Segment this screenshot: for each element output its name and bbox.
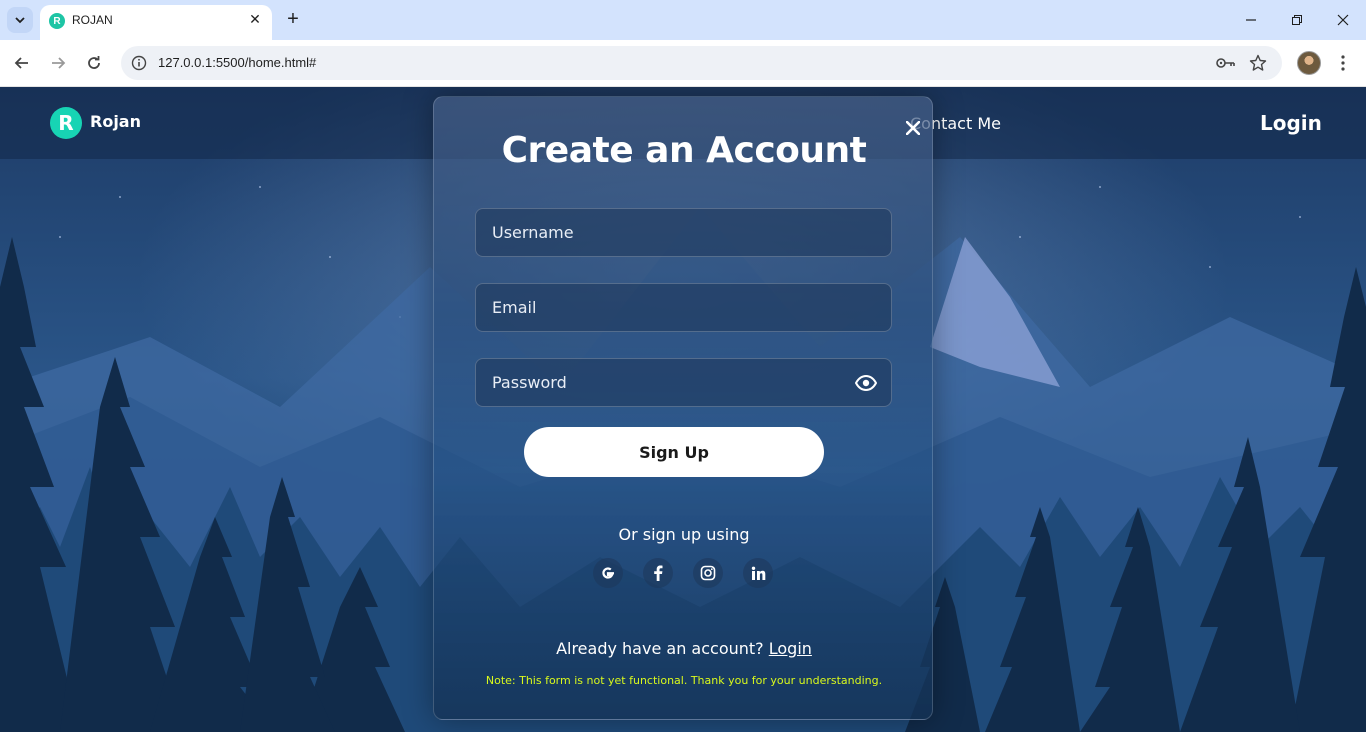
minimize-button[interactable] [1239, 8, 1263, 32]
sign-up-button[interactable]: Sign Up [524, 427, 824, 477]
more-vert-icon [1341, 55, 1345, 71]
tab-close-button[interactable]: ✕ [246, 11, 264, 29]
window-close-button[interactable] [1331, 8, 1355, 32]
address-bar[interactable]: 127.0.0.1:5500/home.html# [121, 46, 1282, 80]
email-input[interactable] [476, 284, 891, 331]
header-login-button[interactable]: Login [1260, 111, 1322, 135]
arrow-right-icon [52, 57, 66, 69]
password-input[interactable] [476, 359, 891, 406]
instagram-icon[interactable] [693, 558, 723, 588]
minimize-icon [1246, 19, 1256, 21]
form-note: Note: This form is not yet functional. T… [485, 674, 883, 687]
restore-icon [1292, 15, 1302, 25]
bookmark-star-icon[interactable] [1248, 53, 1268, 73]
logo-icon[interactable]: R [50, 107, 82, 139]
close-icon [1337, 14, 1349, 26]
tab-title: ROJAN [72, 13, 113, 27]
tab-search-button[interactable] [7, 7, 33, 33]
arrow-left-icon [14, 57, 28, 69]
browser-toolbar: 127.0.0.1:5500/home.html# [0, 40, 1366, 87]
password-field[interactable] [475, 358, 892, 407]
url-text[interactable]: 127.0.0.1:5500/home.html# [158, 55, 316, 70]
browser-menu-button[interactable] [1333, 52, 1353, 74]
new-tab-button[interactable]: + [281, 7, 305, 31]
browser-tab-bar: R ROJAN ✕ + [0, 0, 1366, 40]
or-sign-up-text: Or sign up using [618, 525, 750, 544]
tab-favicon: R [49, 13, 65, 29]
google-icon[interactable] [593, 558, 623, 588]
chevron-down-icon [15, 17, 25, 24]
back-button[interactable] [9, 50, 35, 76]
signup-modal: Create an Account Sign Up Or sign up usi… [433, 96, 933, 720]
modal-title: Create an Account [501, 130, 867, 171]
eye-icon[interactable] [855, 373, 877, 393]
logo-text[interactable]: Rojan [90, 112, 141, 131]
restore-button[interactable] [1285, 8, 1309, 32]
reload-icon [88, 56, 100, 69]
username-field[interactable] [475, 208, 892, 257]
already-have-account: Already have an account? Login [434, 639, 932, 658]
forward-button[interactable] [45, 50, 71, 76]
facebook-icon[interactable] [643, 558, 673, 588]
site-info-icon[interactable] [129, 53, 149, 73]
browser-tab[interactable]: R ROJAN ✕ [40, 5, 272, 40]
password-key-icon[interactable] [1216, 53, 1236, 73]
reload-button[interactable] [81, 50, 107, 76]
page-viewport: R Rojan Contact Me Login Create an Accou… [0, 87, 1366, 732]
profile-avatar[interactable] [1297, 51, 1321, 75]
login-link[interactable]: Login [769, 639, 812, 658]
already-have-account-text: Already have an account? [556, 639, 764, 658]
linkedin-icon[interactable] [743, 558, 773, 588]
username-input[interactable] [476, 209, 891, 256]
email-field[interactable] [475, 283, 892, 332]
